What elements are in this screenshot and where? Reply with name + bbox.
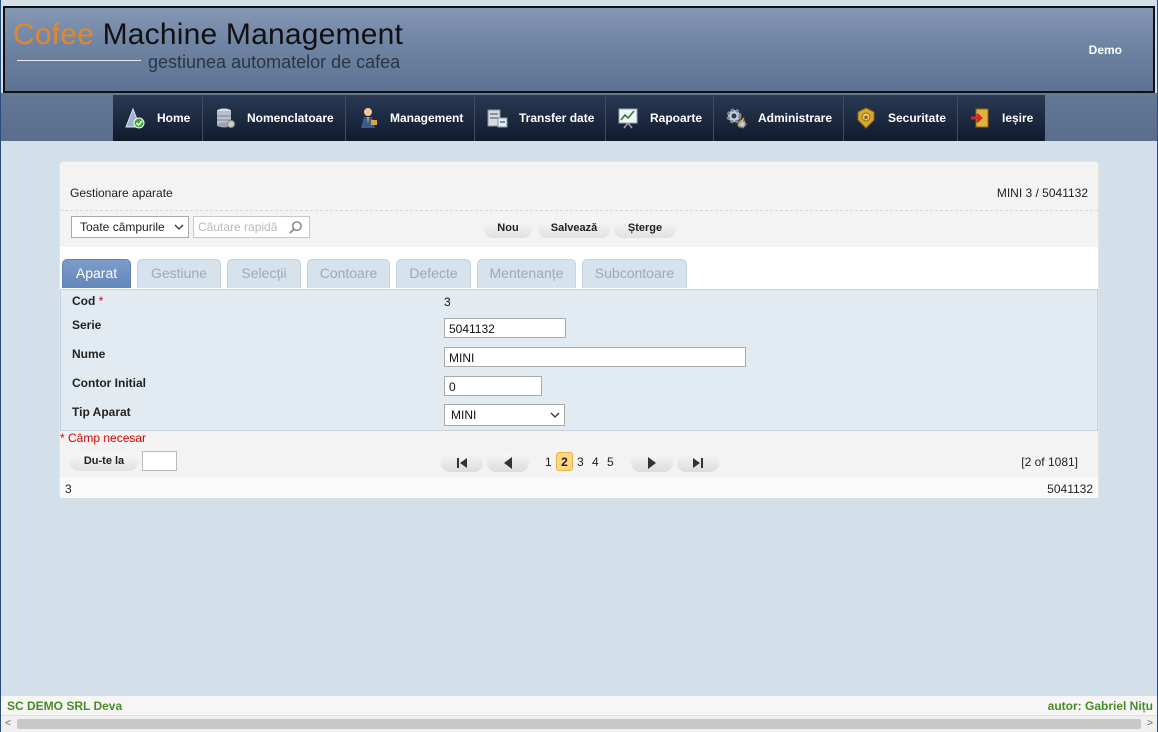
transfer-icon — [485, 106, 509, 130]
tip-aparat-value: MINI — [451, 408, 477, 422]
scroll-left-icon[interactable]: < — [5, 718, 11, 729]
pager: Du-te la 1 2 3 4 5 [2 of 1081] — [60, 447, 1098, 477]
tip-aparat-label: Tip Aparat — [72, 405, 131, 419]
new-button[interactable]: Nou — [484, 220, 532, 238]
next-page-icon — [648, 456, 656, 469]
tab-selectii[interactable]: Selecții — [227, 259, 301, 288]
menu-label: Securitate — [888, 111, 947, 125]
chart-icon — [616, 106, 640, 130]
menu-item-administrare[interactable]: Administrare — [714, 95, 844, 141]
exit-icon — [968, 106, 992, 130]
contor-initial-input[interactable]: 0 — [444, 376, 542, 396]
scroll-right-icon[interactable]: > — [1147, 718, 1153, 729]
menu-label: Transfer date — [519, 111, 595, 125]
app-title-rest: Machine Management — [94, 18, 404, 51]
panel-divider — [60, 210, 1098, 211]
menu-item-securitate[interactable]: Securitate — [844, 95, 958, 141]
tab-aparat[interactable]: Aparat — [62, 259, 131, 288]
last-page-button[interactable] — [677, 453, 719, 472]
menu-label: Management — [390, 111, 464, 125]
home-icon — [123, 106, 147, 130]
quick-search — [193, 216, 310, 238]
required-marker: * — [98, 294, 104, 308]
menu-label: Nomenclatoare — [247, 111, 334, 125]
app-header: Cofee Machine Management gestiunea autom… — [3, 6, 1155, 93]
required-note: * Câmp necesar — [60, 431, 147, 445]
manager-icon — [356, 106, 380, 130]
goto-page-input[interactable] — [142, 451, 177, 471]
previous-page-icon — [504, 456, 512, 469]
search-icon[interactable] — [288, 220, 303, 235]
goto-button[interactable]: Du-te la — [70, 453, 138, 471]
menu-item-iesire[interactable]: Ieșire — [958, 95, 1045, 141]
current-record: MINI 3 / 5041132 — [996, 186, 1088, 200]
author-credit: autor: Gabriel Nițu — [1047, 699, 1153, 713]
menu-item-nomenclatoare[interactable]: Nomenclatoare — [203, 95, 346, 141]
page-title: Gestionare aparate — [70, 186, 173, 200]
status-cod: 3 — [65, 482, 72, 496]
first-page-icon — [457, 457, 467, 468]
badge-icon — [854, 106, 878, 130]
menu-label: Rapoarte — [650, 111, 703, 125]
contor-initial-label: Contor Initial — [72, 376, 146, 390]
gear-icon — [724, 106, 748, 130]
save-button[interactable]: Salvează — [538, 220, 610, 238]
page-link-2[interactable]: 2 — [556, 452, 573, 471]
tab-subcontoare[interactable]: Subcontoare — [582, 259, 687, 288]
tab-gestiune[interactable]: Gestiune — [137, 259, 221, 288]
current-user[interactable]: Demo — [1089, 43, 1122, 57]
tab-contoare[interactable]: Contoare — [307, 259, 390, 288]
quick-search-input[interactable] — [198, 220, 288, 234]
page-link-1[interactable]: 1 — [545, 455, 552, 469]
tab-defecte[interactable]: Defecte — [396, 259, 471, 288]
app-subtitle: gestiunea automatelor de cafea — [148, 52, 401, 72]
chevron-down-icon — [550, 412, 560, 418]
previous-page-button[interactable] — [487, 453, 529, 472]
menu-item-transfer-date[interactable]: Transfer date — [475, 95, 606, 141]
delete-button[interactable]: Șterge — [614, 220, 676, 238]
footer: SC DEMO SRL Deva autor: Gabriel Nițu — [1, 696, 1157, 715]
company-name: SC DEMO SRL Deva — [7, 699, 123, 713]
horizontal-scrollbar[interactable]: < > — [1, 715, 1157, 732]
menu-label: Ieșire — [1002, 111, 1034, 125]
nume-input[interactable]: MINI — [444, 347, 746, 367]
menu-item-management[interactable]: Management — [346, 95, 475, 141]
app-title-accent: Cofee — [13, 18, 95, 51]
page-link-3[interactable]: 3 — [577, 455, 584, 469]
nume-label: Nume — [72, 347, 106, 361]
field-filter-select[interactable]: Toate câmpurile — [71, 216, 189, 238]
field-filter-value: Toate câmpurile — [80, 220, 165, 234]
cod-label: Cod * — [72, 294, 103, 308]
database-icon — [213, 106, 237, 130]
page-link-5[interactable]: 5 — [607, 455, 614, 469]
status-row: 3 5041132 — [60, 478, 1098, 498]
menu-label: Home — [157, 111, 191, 125]
menu-label: Administrare — [758, 111, 833, 125]
header-divider — [17, 60, 141, 61]
tip-aparat-select[interactable]: MINI — [444, 404, 565, 426]
next-page-button[interactable] — [631, 453, 673, 472]
tab-mentenante[interactable]: Mentenanțe — [477, 259, 576, 288]
chevron-down-icon — [174, 224, 184, 230]
tab-bar: Aparat Gestiune Selecții Contoare Defect… — [60, 247, 1098, 289]
status-serie: 5041132 — [1047, 482, 1093, 496]
main-panel: Gestionare aparate MINI 3 / 5041132 Toat… — [59, 161, 1099, 498]
menu-item-home[interactable]: Home — [113, 95, 203, 141]
last-page-icon — [693, 457, 703, 468]
cod-label-text: Cod — [72, 294, 96, 308]
menu-item-rapoarte[interactable]: Rapoarte — [606, 95, 714, 141]
record-count: [2 of 1081] — [1021, 455, 1078, 469]
device-form: Cod * 3 Serie 5041132 Nume MINI Contor I… — [60, 289, 1098, 431]
cod-value: 3 — [444, 295, 451, 309]
scrollbar-thumb[interactable] — [17, 719, 1141, 729]
first-page-button[interactable] — [441, 453, 483, 472]
main-menu: Home Nomenclatoare Management Transfer d… — [113, 95, 1045, 141]
page-link-4[interactable]: 4 — [592, 455, 599, 469]
serie-label: Serie — [72, 318, 102, 332]
app-title: Cofee Machine Management — [13, 18, 403, 52]
serie-input[interactable]: 5041132 — [444, 318, 566, 338]
